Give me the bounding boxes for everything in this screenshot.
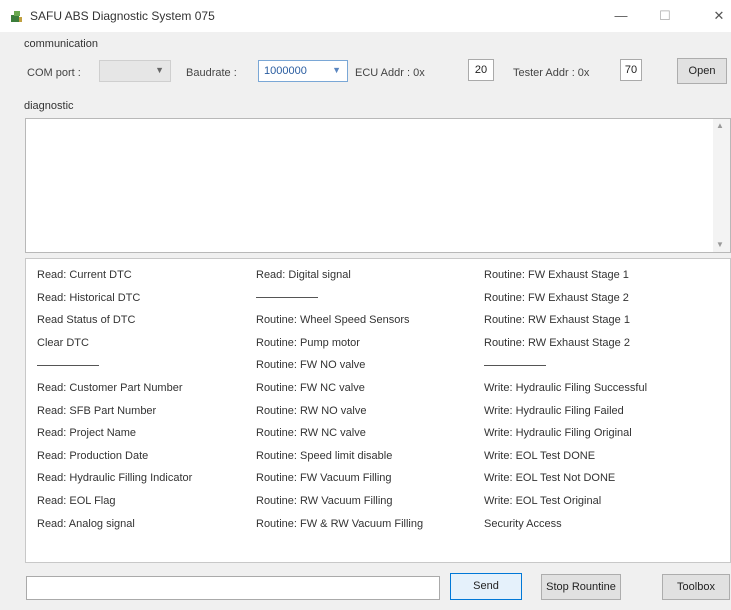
command-item[interactable]: Write: EOL Test DONE — [484, 449, 647, 472]
command-item[interactable]: Read: Customer Part Number — [37, 381, 192, 404]
command-item[interactable]: Routine: FW NC valve — [256, 381, 423, 404]
tester-addr-input[interactable]: 70 — [620, 59, 642, 81]
command-item[interactable]: Routine: Speed limit disable — [256, 449, 423, 472]
command-item[interactable]: Routine: Wheel Speed Sensors — [256, 313, 423, 336]
command-item[interactable]: Read: Analog signal — [37, 517, 192, 540]
command-item[interactable]: Clear DTC — [37, 336, 192, 359]
window-title: SAFU ABS Diagnostic System 075 — [30, 9, 215, 23]
command-item[interactable]: Routine: FW NO valve — [256, 358, 423, 381]
command-item[interactable]: Read Status of DTC — [37, 313, 192, 336]
command-separator — [37, 358, 192, 381]
diagnostic-log-scrollbar[interactable] — [713, 119, 730, 252]
command-item[interactable]: Read: Current DTC — [37, 268, 192, 291]
minimize-button[interactable]: — — [604, 4, 638, 28]
com-port-select[interactable]: ▼ — [99, 60, 171, 82]
scroll-down-icon[interactable]: ▼ — [716, 240, 724, 249]
command-input[interactable] — [26, 576, 440, 600]
command-item[interactable]: Read: Digital signal — [256, 268, 423, 291]
command-separator — [256, 291, 423, 314]
send-button[interactable]: Send — [450, 573, 522, 600]
diagnostic-group-label: diagnostic — [24, 100, 74, 112]
command-item[interactable]: Write: Hydraulic Filing Original — [484, 426, 647, 449]
command-item[interactable]: Write: Hydraulic Filing Failed — [484, 404, 647, 427]
command-item[interactable]: Read: SFB Part Number — [37, 404, 192, 427]
command-item[interactable]: Write: Hydraulic Filing Successful — [484, 381, 647, 404]
command-item[interactable]: Routine: RW NO valve — [256, 404, 423, 427]
communication-group-label: communication — [24, 38, 98, 50]
app-icon — [10, 10, 23, 23]
command-item[interactable]: Routine: FW Vacuum Filling — [256, 471, 423, 494]
diagnostic-log-textarea[interactable] — [25, 118, 731, 253]
command-item[interactable]: Security Access — [484, 517, 647, 540]
command-column-2: Read: Digital signal Routine: Wheel Speed… — [256, 268, 423, 539]
open-button[interactable]: Open — [677, 58, 727, 84]
command-item[interactable]: Routine: FW Exhaust Stage 1 — [484, 268, 647, 291]
toolbox-button[interactable]: Toolbox — [662, 574, 730, 600]
command-item[interactable]: Routine: RW NC valve — [256, 426, 423, 449]
command-separator — [484, 358, 647, 381]
command-column-1: Read: Current DTC Read: Historical DTC Rea… — [37, 268, 192, 539]
command-item[interactable]: Routine: RW Exhaust Stage 2 — [484, 336, 647, 359]
command-item[interactable]: Read: Historical DTC — [37, 291, 192, 314]
command-item[interactable]: Routine: RW Vacuum Filling — [256, 494, 423, 517]
chevron-down-icon: ▼ — [155, 65, 164, 75]
chevron-down-icon: ▼ — [332, 65, 341, 75]
stop-routine-button[interactable]: Stop Rountine — [541, 574, 621, 600]
command-item[interactable]: Write: EOL Test Not DONE — [484, 471, 647, 494]
command-item[interactable]: Routine: Pump motor — [256, 336, 423, 359]
command-item[interactable]: Read: Hydraulic Filling Indicator — [37, 471, 192, 494]
baudrate-value: 1000000 — [264, 65, 307, 77]
command-column-3: Routine: FW Exhaust Stage 1 Routine: FW E… — [484, 268, 647, 539]
command-item[interactable]: Read: EOL Flag — [37, 494, 192, 517]
baudrate-select[interactable]: 1000000 ▼ — [258, 60, 348, 82]
maximize-button[interactable]: ☐ — [648, 4, 682, 28]
baudrate-label: Baudrate : — [186, 67, 237, 79]
close-button[interactable]: ✕ — [702, 4, 731, 28]
command-item[interactable]: Read: Project Name — [37, 426, 192, 449]
ecu-addr-input[interactable]: 20 — [468, 59, 494, 81]
scroll-up-icon[interactable]: ▲ — [716, 121, 724, 130]
command-item[interactable]: Routine: FW Exhaust Stage 2 — [484, 291, 647, 314]
command-item[interactable]: Routine: RW Exhaust Stage 1 — [484, 313, 647, 336]
command-item[interactable]: Write: EOL Test Original — [484, 494, 647, 517]
command-item[interactable]: Read: Production Date — [37, 449, 192, 472]
tester-addr-label: Tester Addr : 0x — [513, 67, 590, 79]
command-item[interactable]: Routine: FW & RW Vacuum Filling — [256, 517, 423, 540]
com-port-label: COM port : — [27, 67, 81, 79]
ecu-addr-label: ECU Addr : 0x — [355, 67, 425, 79]
